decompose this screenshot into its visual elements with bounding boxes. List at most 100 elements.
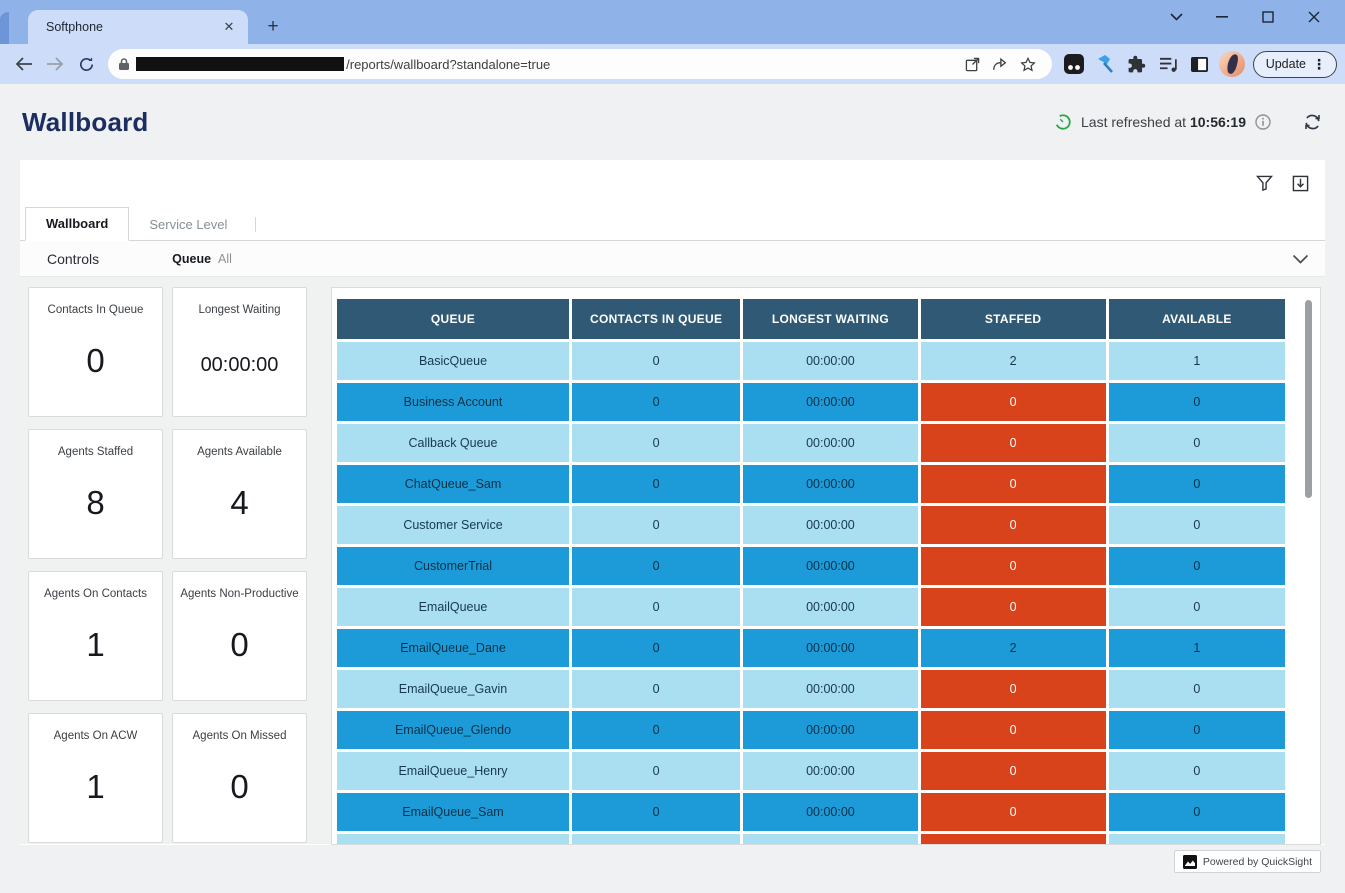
kpi-value: 0 [86,342,104,380]
last-refreshed-time: 10:56:19 [1190,114,1246,130]
table-scrollbar[interactable] [1305,300,1312,498]
bookmark-star-icon[interactable] [1014,51,1042,77]
chevron-down-icon[interactable] [1292,254,1309,264]
table-row[interactable]: ChatQueue_Sam000:00:0000 [337,465,1285,503]
table-row[interactable]: Customer Service000:00:0000 [337,506,1285,544]
kpi-grid: Contacts In Queue 0 Longest Waiting 00:00:0… [28,287,318,844]
staffed-cell: 0 [921,506,1106,544]
update-button[interactable]: Update ⋮ [1253,51,1337,78]
url-bar[interactable]: /reports/wallboard?standalone=true [108,49,1052,79]
kpi-label: Agents On Missed [189,730,291,742]
available-cell: 0 [1109,834,1285,845]
kpi-value: 1 [86,768,104,806]
queue-filter-value[interactable]: All [218,252,232,266]
contacts-in-queue-cell: 0 [572,506,740,544]
kpi-card[interactable]: Agents Non-Productive0 [172,571,307,701]
kpi-card[interactable]: Agents Available4 [172,429,307,559]
tab-wallboard[interactable]: Wallboard [25,207,129,241]
contacts-in-queue-cell: 0 [572,424,740,462]
table-row[interactable]: EmailQueue_Glendo000:00:0000 [337,711,1285,749]
kpi-card[interactable]: Contacts In Queue 0 [28,287,163,417]
quicksight-logo-icon [1183,855,1197,869]
url-text: /reports/wallboard?standalone=true [346,57,958,72]
kpi-value: 00:00:00 [201,354,279,377]
available-cell: 0 [1109,424,1285,462]
available-cell: 1 [1109,629,1285,667]
browser-tab[interactable]: Softphone ✕ [28,10,248,44]
staffed-cell: 0 [921,752,1106,790]
longest-waiting-cell: 00:00:00 [743,629,917,667]
kpi-card[interactable]: Longest Waiting 00:00:00 [172,287,307,417]
table-row[interactable]: Callback Queue000:00:0000 [337,424,1285,462]
dashboard-sheet: Wallboard Service Level Controls Queue A… [20,160,1325,845]
forward-icon[interactable] [40,49,69,79]
tab-search-icon[interactable] [1153,1,1199,33]
kpi-label: Contacts In Queue [44,304,148,316]
longest-waiting-cell: 00:00:00 [743,793,917,831]
available-cell: 0 [1109,547,1285,585]
longest-waiting-cell: 00:00:00 [743,506,917,544]
queue-name-cell: BasicQueue [337,342,569,380]
controls-bar: Controls Queue All [20,241,1325,277]
maximize-button[interactable] [1245,1,1291,33]
close-window-button[interactable] [1291,1,1337,33]
new-tab-button[interactable]: + [260,14,286,40]
extension-axe-icon[interactable] [1092,50,1119,78]
info-icon[interactable] [1255,114,1271,130]
available-cell: 1 [1109,342,1285,380]
side-panel-icon[interactable] [1186,50,1213,78]
queue-table-body: BasicQueue000:00:0021Business Account000… [337,342,1285,845]
tab-close-icon[interactable]: ✕ [220,18,238,36]
kpi-label: Agents Staffed [54,446,137,458]
longest-waiting-cell: 00:00:00 [743,752,917,790]
table-row[interactable]: EmailQueue_Henry000:00:0000 [337,752,1285,790]
longest-waiting-cell: 00:00:00 [743,342,917,380]
table-row[interactable]: EmailQueue_Tom000:00:0000 [337,834,1285,845]
staffed-cell: 0 [921,793,1106,831]
update-label: Update [1266,57,1306,71]
filter-funnel-icon[interactable] [1253,172,1275,194]
table-row[interactable]: BasicQueue000:00:0021 [337,342,1285,380]
share-icon[interactable] [986,51,1014,77]
table-row[interactable]: EmailQueue_Gavin000:00:0000 [337,670,1285,708]
kpi-label: Longest Waiting [194,304,284,316]
refresh-icon[interactable] [1302,112,1323,132]
kpi-card[interactable]: Agents On ACW 1 [28,713,163,843]
reading-list-icon[interactable] [1154,50,1181,78]
open-in-new-icon[interactable] [958,51,986,77]
table-row[interactable]: EmailQueue000:00:0000 [337,588,1285,626]
extensions-puzzle-icon[interactable] [1123,50,1150,78]
extension-domino-icon[interactable] [1060,50,1087,78]
back-icon[interactable] [9,49,38,79]
profile-avatar[interactable] [1219,51,1244,77]
staffed-cell: 2 [921,629,1106,667]
kpi-card[interactable]: Agents On Missed0 [172,713,307,843]
column-header: LONGEST WAITING [743,299,917,339]
queue-name-cell: EmailQueue_Gavin [337,670,569,708]
queue-name-cell: EmailQueue_Sam [337,793,569,831]
kpi-card[interactable]: Agents Staffed 8 [28,429,163,559]
tab-service-level[interactable]: Service Level [129,209,247,241]
window-controls [1153,0,1337,34]
table-row[interactable]: EmailQueue_Dane000:00:0021 [337,629,1285,667]
kpi-card[interactable]: Agents On Contacts1 [28,571,163,701]
export-icon[interactable] [1289,172,1311,194]
queue-name-cell: EmailQueue [337,588,569,626]
minimize-button[interactable] [1199,1,1245,33]
table-row[interactable]: Business Account000:00:0000 [337,383,1285,421]
contacts-in-queue-cell: 0 [572,465,740,503]
kpi-label: Agents On ACW [50,730,142,742]
longest-waiting-cell: 00:00:00 [743,588,917,626]
browser-menu-icon[interactable]: ⋮ [1306,56,1332,73]
column-header: CONTACTS IN QUEUE [572,299,740,339]
kpi-label: Agents Available [193,446,286,458]
longest-waiting-cell: 00:00:00 [743,711,917,749]
table-row[interactable]: EmailQueue_Sam000:00:0000 [337,793,1285,831]
kpi-value: 8 [86,484,104,522]
available-cell: 0 [1109,711,1285,749]
table-row[interactable]: CustomerTrial000:00:0000 [337,547,1285,585]
reload-icon[interactable] [72,49,101,79]
longest-waiting-cell: 00:00:00 [743,547,917,585]
staffed-cell: 0 [921,383,1106,421]
quicksight-badge[interactable]: Powered by QuickSight [1174,850,1321,873]
